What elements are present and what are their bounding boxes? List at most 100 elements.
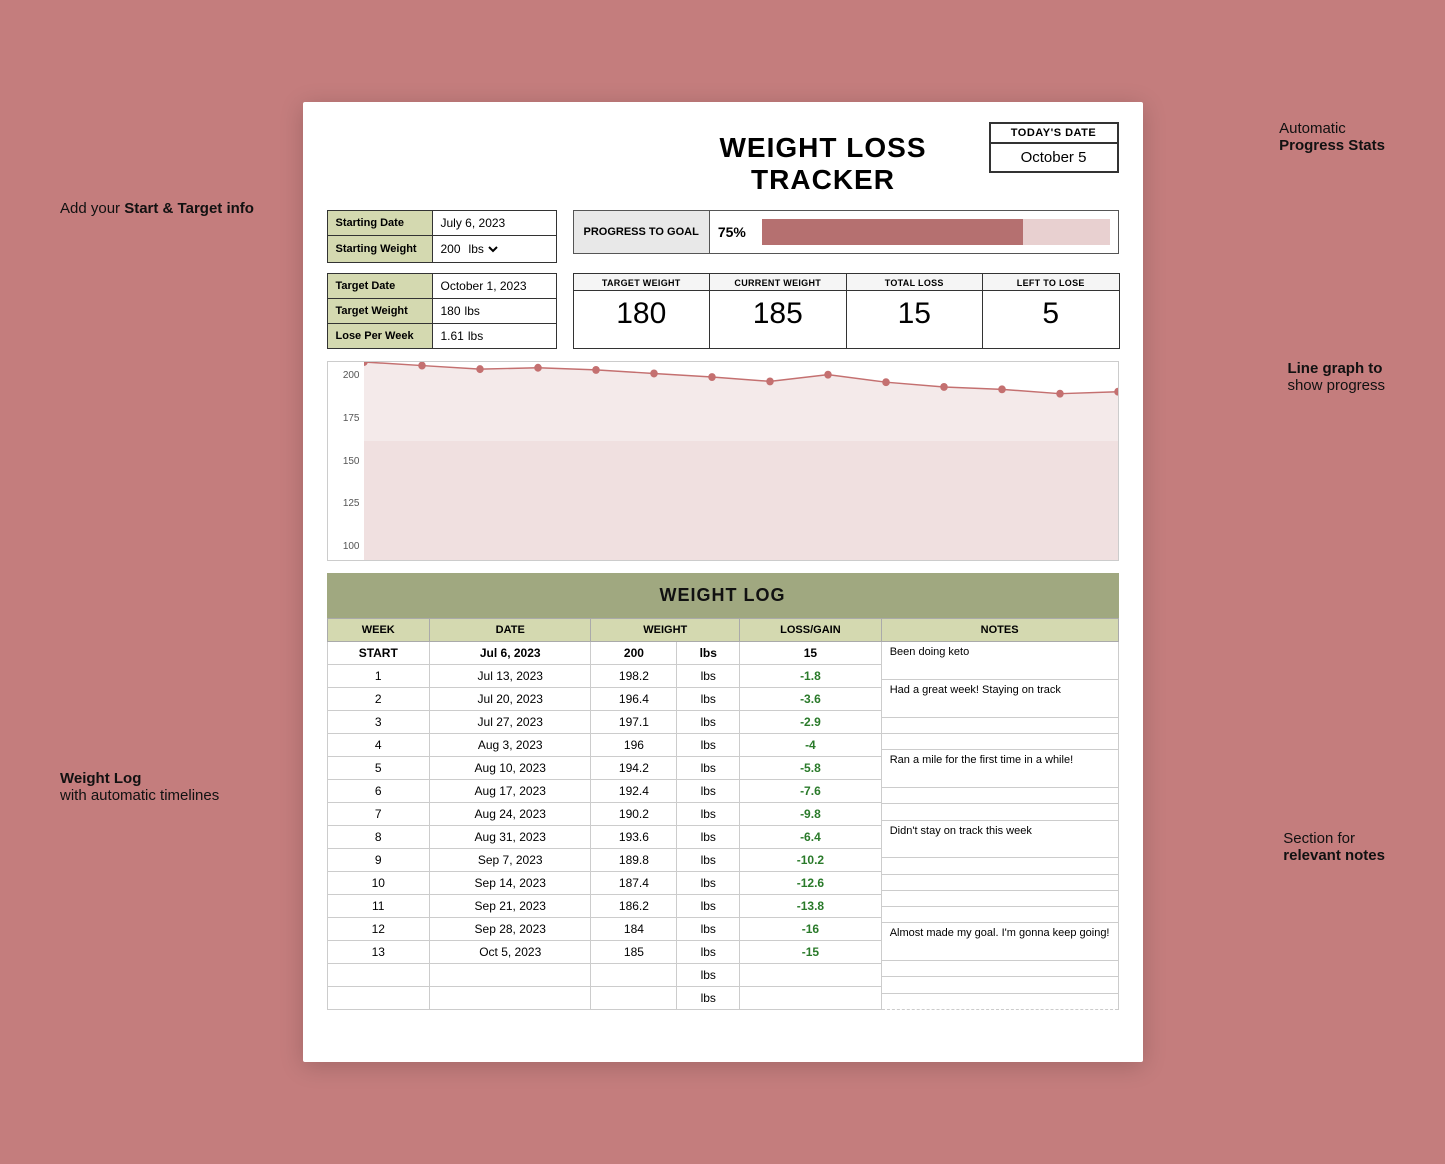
progress-bar-outer bbox=[762, 219, 1110, 245]
cell-loss-gain[interactable]: -15 bbox=[740, 941, 882, 964]
progress-percent: 75% bbox=[710, 224, 754, 240]
chart-dot bbox=[824, 371, 832, 379]
cell-weight[interactable]: 186.2 bbox=[591, 895, 677, 918]
table-row: 5 Aug 10, 2023 194.2 lbs -5.8 bbox=[327, 757, 881, 780]
cell-date[interactable]: Aug 24, 2023 bbox=[429, 803, 590, 826]
cell-week[interactable]: 8 bbox=[327, 826, 429, 849]
cell-weight[interactable]: 200 bbox=[591, 642, 677, 665]
cell-week[interactable] bbox=[327, 987, 429, 1010]
cell-weight[interactable]: 184 bbox=[591, 918, 677, 941]
cell-date[interactable]: Sep 28, 2023 bbox=[429, 918, 590, 941]
note-cell[interactable]: Didn't stay on track this week bbox=[881, 820, 1118, 858]
cell-date[interactable]: Jul 27, 2023 bbox=[429, 711, 590, 734]
cell-loss-gain[interactable]: -4 bbox=[740, 734, 882, 757]
starting-date-value[interactable]: July 6, 2023 bbox=[433, 211, 533, 235]
cell-date[interactable]: Sep 14, 2023 bbox=[429, 872, 590, 895]
cell-week[interactable]: 13 bbox=[327, 941, 429, 964]
note-cell[interactable] bbox=[881, 993, 1118, 1009]
note-cell[interactable] bbox=[881, 961, 1118, 977]
cell-date[interactable]: Jul 13, 2023 bbox=[429, 665, 590, 688]
cell-loss-gain[interactable]: -5.8 bbox=[740, 757, 882, 780]
cell-date[interactable]: Oct 5, 2023 bbox=[429, 941, 590, 964]
cell-loss-gain[interactable] bbox=[740, 964, 882, 987]
note-cell[interactable] bbox=[881, 733, 1118, 749]
cell-weight[interactable]: 193.6 bbox=[591, 826, 677, 849]
cell-loss-gain[interactable]: -13.8 bbox=[740, 895, 882, 918]
cell-weight[interactable]: 185 bbox=[591, 941, 677, 964]
cell-week[interactable]: 11 bbox=[327, 895, 429, 918]
cell-date[interactable]: Jul 20, 2023 bbox=[429, 688, 590, 711]
cell-date[interactable]: Aug 31, 2023 bbox=[429, 826, 590, 849]
cell-week[interactable]: 12 bbox=[327, 918, 429, 941]
target-weight-value[interactable]: 180 lbs bbox=[433, 299, 533, 323]
cell-week[interactable]: 2 bbox=[327, 688, 429, 711]
cell-date[interactable] bbox=[429, 964, 590, 987]
cell-week[interactable]: 9 bbox=[327, 849, 429, 872]
cell-week[interactable]: 1 bbox=[327, 665, 429, 688]
cell-date[interactable]: Sep 21, 2023 bbox=[429, 895, 590, 918]
cell-weight[interactable]: 198.2 bbox=[591, 665, 677, 688]
cell-loss-gain[interactable]: 15 bbox=[740, 642, 882, 665]
note-cell[interactable]: Ran a mile for the first time in a while… bbox=[881, 750, 1118, 788]
cell-date[interactable]: Sep 7, 2023 bbox=[429, 849, 590, 872]
note-cell[interactable] bbox=[881, 907, 1118, 923]
lose-per-week-value[interactable]: 1.61 lbs bbox=[433, 324, 533, 348]
note-cell[interactable] bbox=[881, 874, 1118, 890]
cell-week[interactable]: 4 bbox=[327, 734, 429, 757]
y-label: 150 bbox=[332, 456, 360, 467]
note-cell[interactable] bbox=[881, 890, 1118, 906]
note-cell[interactable] bbox=[881, 804, 1118, 820]
cell-loss-gain[interactable]: -16 bbox=[740, 918, 882, 941]
cell-week[interactable]: 7 bbox=[327, 803, 429, 826]
cell-date[interactable]: Jul 6, 2023 bbox=[429, 642, 590, 665]
table-row: 13 Oct 5, 2023 185 lbs -15 bbox=[327, 941, 881, 964]
cell-weight[interactable]: 187.4 bbox=[591, 872, 677, 895]
cell-weight[interactable]: 189.8 bbox=[591, 849, 677, 872]
cell-date[interactable]: Aug 3, 2023 bbox=[429, 734, 590, 757]
cell-week[interactable]: 10 bbox=[327, 872, 429, 895]
cell-weight[interactable]: 196 bbox=[591, 734, 677, 757]
weight-unit-select[interactable]: lbskg bbox=[465, 241, 501, 257]
note-cell[interactable] bbox=[881, 977, 1118, 993]
note-cell[interactable]: Had a great week! Staying on track bbox=[881, 679, 1118, 717]
target-date-row: Target Date October 1, 2023 bbox=[328, 274, 556, 299]
cell-weight[interactable]: 196.4 bbox=[591, 688, 677, 711]
note-cell[interactable]: Been doing keto bbox=[881, 642, 1118, 680]
starting-weight-label: Starting Weight bbox=[328, 236, 433, 262]
cell-loss-gain[interactable]: -12.6 bbox=[740, 872, 882, 895]
cell-date[interactable]: Aug 10, 2023 bbox=[429, 757, 590, 780]
target-date-value[interactable]: October 1, 2023 bbox=[433, 274, 535, 298]
cell-loss-gain[interactable] bbox=[740, 987, 882, 1010]
cell-date[interactable] bbox=[429, 987, 590, 1010]
cell-loss-gain[interactable]: -3.6 bbox=[740, 688, 882, 711]
cell-loss-gain[interactable]: -2.9 bbox=[740, 711, 882, 734]
stat-box-0: TARGET WEIGHT 180 bbox=[573, 273, 711, 349]
date-value[interactable]: October 5 bbox=[991, 144, 1117, 171]
cell-loss-gain[interactable]: -6.4 bbox=[740, 826, 882, 849]
cell-weight[interactable]: 190.2 bbox=[591, 803, 677, 826]
cell-date[interactable]: Aug 17, 2023 bbox=[429, 780, 590, 803]
note-cell[interactable] bbox=[881, 717, 1118, 733]
cell-week[interactable]: 3 bbox=[327, 711, 429, 734]
cell-week[interactable]: 6 bbox=[327, 780, 429, 803]
cell-week[interactable]: START bbox=[327, 642, 429, 665]
cell-weight[interactable]: 197.1 bbox=[591, 711, 677, 734]
chart-inner bbox=[364, 362, 1118, 560]
cell-week[interactable] bbox=[327, 964, 429, 987]
cell-weight[interactable] bbox=[591, 987, 677, 1010]
cell-weight[interactable] bbox=[591, 964, 677, 987]
cell-week[interactable]: 5 bbox=[327, 757, 429, 780]
cell-weight[interactable]: 194.2 bbox=[591, 757, 677, 780]
cell-loss-gain[interactable]: -7.6 bbox=[740, 780, 882, 803]
cell-loss-gain[interactable]: -10.2 bbox=[740, 849, 882, 872]
note-cell[interactable] bbox=[881, 858, 1118, 874]
tracker-card: WEIGHT LOSS TRACKER TODAY'S DATE October… bbox=[303, 102, 1143, 1062]
cell-loss-gain[interactable]: -9.8 bbox=[740, 803, 882, 826]
note-cell[interactable]: Almost made my goal. I'm gonna keep goin… bbox=[881, 923, 1118, 961]
chart-area: 200175150125100 bbox=[327, 361, 1119, 561]
starting-weight-value[interactable]: 200 lbskg bbox=[433, 236, 533, 262]
cell-weight[interactable]: 192.4 bbox=[591, 780, 677, 803]
note-cell[interactable] bbox=[881, 788, 1118, 804]
cell-loss-gain[interactable]: -1.8 bbox=[740, 665, 882, 688]
table-row: 12 Sep 28, 2023 184 lbs -16 bbox=[327, 918, 881, 941]
